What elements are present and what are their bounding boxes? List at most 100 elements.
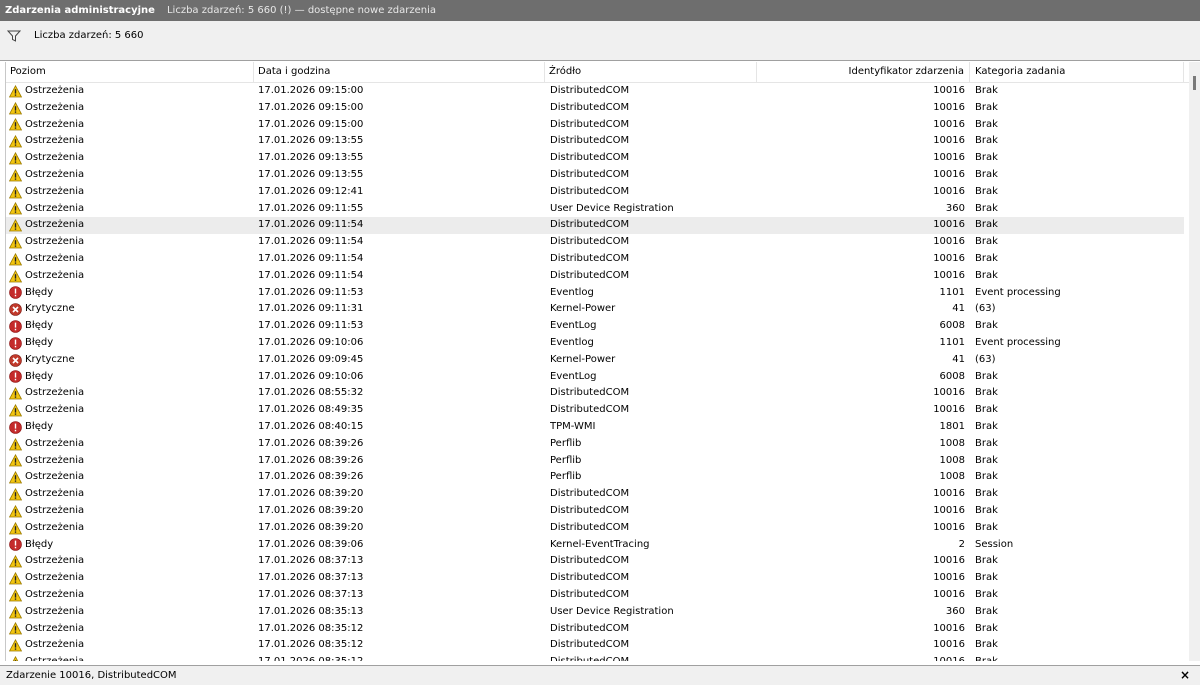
cell-category: Brak (975, 320, 998, 332)
table-row[interactable]: Ostrzeżenia 17.01.2026 08:37:13 Distribute… (6, 570, 1184, 587)
column-header-level[interactable]: Poziom (6, 62, 254, 82)
table-row[interactable]: Ostrzeżenia 17.01.2026 08:37:13 Distribute… (6, 587, 1184, 604)
warning-icon (9, 152, 23, 165)
cell-event-id: 10016 (757, 654, 965, 661)
cell-level: Błędy (9, 335, 254, 352)
cell-category: Brak (975, 219, 998, 231)
table-row[interactable]: Ostrzeżenia 17.01.2026 08:55:32 Distribute… (6, 385, 1184, 402)
cell-event-id: 10016 (933, 85, 965, 96)
cell-level-label: Ostrzeżenia (25, 555, 85, 567)
cell-event-id: 10016 (933, 118, 965, 130)
cell-level-label: Błędy (25, 538, 54, 550)
cell-source: DistributedCOM (550, 404, 630, 416)
cell-category: Brak (975, 404, 998, 416)
table-row[interactable]: Ostrzeżenia 17.01.2026 09:13:55 Distribute… (6, 133, 1184, 150)
cell-level-label: Ostrzeżenia (25, 437, 85, 449)
table-row[interactable]: Ostrzeżenia 17.01.2026 09:11:55 User Devic… (6, 201, 1184, 218)
warning-icon (9, 622, 23, 635)
cell-event-id: 10016 (933, 101, 965, 113)
cell-level: Ostrzeżenia (9, 234, 254, 251)
table-row[interactable]: Błędy 17.01.2026 09:11:53 EventLog 6008 Brak (6, 318, 1184, 335)
table-row[interactable]: Ostrzeżenia 17.01.2026 08:39:26 Perflib 100… (6, 453, 1184, 470)
table-row[interactable]: Ostrzeżenia 17.01.2026 08:37:13 Distribute… (6, 553, 1184, 570)
table-row[interactable]: Ostrzeżenia 17.01.2026 08:49:35 Distribute… (6, 402, 1184, 419)
table-row[interactable]: Ostrzeżenia 17.01.2026 08:35:12 Distribute… (6, 637, 1184, 654)
event-list[interactable]: Poziom Data i godzina Źródło Identyfikat… (5, 62, 1200, 661)
cell-source: DistributedCOM (550, 504, 630, 516)
close-icon[interactable]: × (1180, 668, 1190, 682)
table-row[interactable]: Ostrzeżenia 17.01.2026 09:11:54 Distribute… (6, 251, 1184, 268)
cell-event-id: 10016 (933, 236, 965, 248)
cell-event-id: 2 (958, 538, 965, 550)
cell-source: EventLog (550, 320, 597, 332)
cell-category: Brak (975, 639, 998, 651)
cell-level-label: Ostrzeżenia (25, 168, 85, 180)
table-row[interactable]: Ostrzeżenia 17.01.2026 08:35:12 Distribute… (6, 654, 1184, 661)
warning-icon (9, 269, 23, 283)
column-header-source[interactable]: Źródło (545, 62, 757, 82)
table-row[interactable]: Ostrzeżenia 17.01.2026 09:15:00 Distribute… (6, 117, 1184, 134)
table-row[interactable]: Ostrzeżenia 17.01.2026 08:39:20 Distribute… (6, 486, 1184, 503)
table-row[interactable]: Błędy 17.01.2026 09:10:06 EventLog 6008 Brak (6, 369, 1184, 386)
cell-category: Event processing (975, 286, 1061, 298)
vertical-scrollbar[interactable] (1189, 62, 1200, 661)
cell-event-id: 1008 (939, 454, 965, 466)
table-row[interactable]: Błędy 17.01.2026 09:10:06 Eventlog 1101 Even… (6, 335, 1184, 352)
cell-category: Brak (975, 168, 998, 180)
cell-source: DistributedCOM (550, 269, 630, 281)
cell-category: Brak (975, 454, 998, 466)
warning-icon (9, 168, 23, 182)
cell-level-label: Krytyczne (25, 353, 75, 365)
cell-datetime: 17.01.2026 09:13:55 (258, 135, 364, 147)
cell-category: Brak (975, 622, 998, 634)
cell-event-id: 10016 (933, 404, 965, 416)
table-row[interactable]: Ostrzeżenia 17.01.2026 09:11:54 Distribute… (6, 268, 1184, 285)
cell-level: Ostrzeżenia (9, 436, 254, 453)
table-row[interactable]: Ostrzeżenia 17.01.2026 08:39:20 Distribute… (6, 503, 1184, 520)
cell-level-label: Ostrzeżenia (25, 605, 85, 617)
table-row[interactable]: Ostrzeżenia 17.01.2026 08:39:26 Perflib 100… (6, 469, 1184, 486)
cell-level-label: Krytyczne (25, 303, 75, 315)
scrollbar-thumb[interactable] (1193, 76, 1196, 90)
table-row[interactable]: Krytyczne 17.01.2026 09:09:45 Kernel-Power… (6, 352, 1184, 369)
table-row[interactable]: Ostrzeżenia 17.01.2026 09:15:00 Distribute… (6, 100, 1184, 117)
cell-source: User Device Registration (550, 605, 674, 617)
cell-level-label: Ostrzeżenia (25, 185, 85, 197)
panel-event-count-notice[interactable]: Liczba zdarzeń: 5 660 (!) — dostępne now… (167, 5, 436, 16)
cell-datetime: 17.01.2026 08:39:26 (258, 471, 364, 483)
table-row[interactable]: Ostrzeżenia 17.01.2026 09:13:55 Distribute… (6, 167, 1184, 184)
table-row[interactable]: Ostrzeżenia 17.01.2026 09:15:00 Distribute… (6, 83, 1184, 100)
cell-datetime: 17.01.2026 08:39:06 (258, 538, 364, 550)
cell-datetime: 17.01.2026 09:11:53 (258, 320, 364, 332)
table-row[interactable]: Błędy 17.01.2026 09:11:53 Eventlog 1101 Even… (6, 285, 1184, 302)
table-row[interactable]: Ostrzeżenia 17.01.2026 08:39:26 Perflib 100… (6, 436, 1184, 453)
table-row[interactable]: Ostrzeżenia 17.01.2026 08:39:20 Distribute… (6, 520, 1184, 537)
cell-level-label: Ostrzeżenia (25, 152, 85, 164)
cell-level-label: Błędy (25, 420, 54, 432)
cell-event-id: 10016 (933, 555, 965, 567)
table-row[interactable]: Ostrzeżenia 17.01.2026 09:12:41 Distribute… (6, 184, 1184, 201)
column-header-datetime[interactable]: Data i godzina (254, 62, 545, 82)
cell-event-id: 10016 (933, 219, 965, 231)
cell-level-label: Błędy (25, 336, 54, 348)
table-row[interactable]: Błędy 17.01.2026 08:39:06 Kernel-EventTrac… (6, 537, 1184, 554)
cell-category: Brak (975, 572, 998, 584)
column-header-event-id[interactable]: Identyfikator zdarzenia (757, 62, 970, 82)
cell-event-id: 41 (952, 303, 965, 315)
table-row[interactable]: Ostrzeżenia 17.01.2026 08:35:12 Distribute… (6, 621, 1184, 638)
cell-datetime: 17.01.2026 09:11:54 (258, 219, 364, 231)
cell-datetime: 17.01.2026 09:13:55 (258, 152, 364, 164)
column-header-category[interactable]: Kategoria zadania (970, 62, 1184, 82)
cell-source: DistributedCOM (550, 654, 757, 661)
cell-level: Ostrzeżenia (9, 184, 254, 201)
warning-icon (9, 437, 23, 451)
filter-icon[interactable] (6, 30, 22, 42)
table-row[interactable]: Błędy 17.01.2026 08:40:15 TPM-WMI 1801 Brak (6, 419, 1184, 436)
cell-level-label: Ostrzeżenia (25, 387, 85, 399)
table-row[interactable]: Ostrzeżenia 17.01.2026 09:11:54 Distribute… (6, 234, 1184, 251)
table-row[interactable]: Ostrzeżenia 17.01.2026 09:11:54 Distribute… (6, 217, 1184, 235)
table-row[interactable]: Ostrzeżenia 17.01.2026 09:13:55 Distribute… (6, 150, 1184, 167)
cell-event-id: 10016 (933, 488, 965, 500)
table-row[interactable]: Ostrzeżenia 17.01.2026 08:35:13 User Devic… (6, 604, 1184, 621)
table-row[interactable]: Krytyczne 17.01.2026 09:11:31 Kernel-Power… (6, 301, 1184, 318)
